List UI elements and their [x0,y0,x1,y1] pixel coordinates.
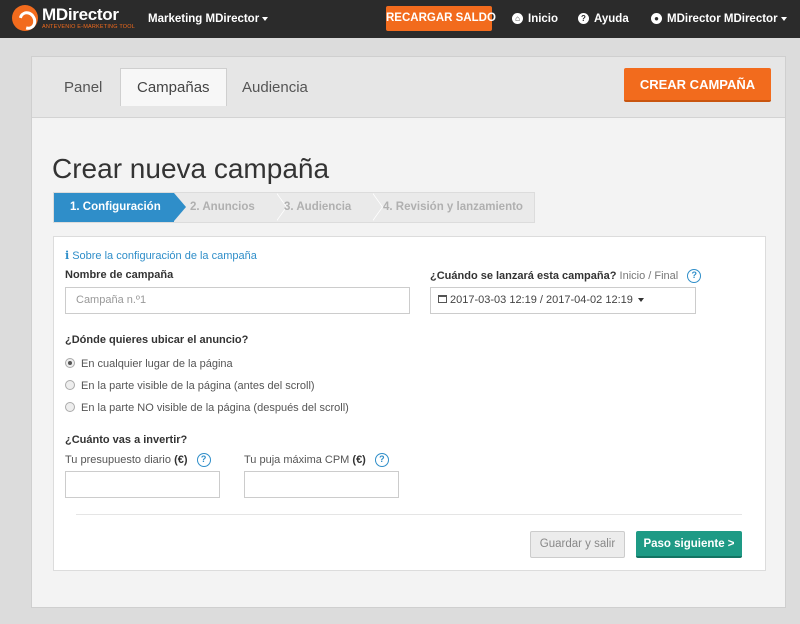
main-panel: Panel Campañas Audiencia CREAR CAMPAÑA C… [31,56,786,608]
help-icon[interactable]: ? [374,453,389,467]
placement-option-above-fold[interactable]: En la parte visible de la página (antes … [65,380,315,392]
tab-campaigns[interactable]: Campañas [120,68,227,106]
config-form: i Sobre la configuración de la campaña No… [53,236,766,571]
max-cpm-input[interactable] [244,471,399,498]
panel-header: Panel Campañas Audiencia CREAR CAMPAÑA [32,57,785,118]
home-icon: ⌂ [512,13,523,25]
product-menu-label: Marketing MDirector [148,13,260,25]
help-icon[interactable]: ? [687,269,702,283]
tab-panel[interactable]: Panel [48,69,118,106]
user-icon: ● [651,13,662,25]
date-range-value: 2017-03-03 12:19 / 2017-04-02 12:19 [450,294,633,306]
help-link[interactable]: ? Ayuda [578,0,629,38]
config-info-label: Sobre la configuración de la campaña [72,250,257,262]
next-step-button[interactable]: Paso siguiente > [636,531,742,558]
daily-budget-input[interactable] [65,471,220,498]
help-label: Ayuda [594,13,629,25]
radio-selected-icon[interactable] [65,358,75,369]
logo-mark-icon [12,5,38,31]
question-icon: ? [578,13,589,25]
step-separator [372,192,383,221]
info-icon: i [65,249,70,262]
wizard-steps: 1. Configuración 2. Anuncios 3. Audienci… [53,192,535,223]
step-configuration[interactable]: 1. Configuración [54,193,186,222]
launch-date-label: ¿Cuándo se lanzará esta campaña? Inicio … [430,269,702,283]
step-audience[interactable]: 3. Audiencia [284,193,351,222]
investment-label: ¿Cuánto vas a invertir? [65,434,188,446]
top-navbar: MDirector ANTEVENIO E-MARKETING TOOL Mar… [0,0,800,38]
placement-option-label: En la parte visible de la página (antes … [81,380,315,392]
launch-date-question: ¿Cuándo se lanzará esta campaña? [430,269,617,282]
home-label: Inicio [528,13,559,25]
currency-symbol: (€) [352,453,366,466]
config-info-link[interactable]: i Sobre la configuración de la campaña [65,249,257,262]
radio-icon[interactable] [65,380,75,391]
help-icon[interactable]: ? [196,453,211,467]
calendar-icon [438,295,447,304]
radio-icon[interactable] [65,402,75,413]
placement-option-label: En cualquier lugar de la página [81,358,233,370]
daily-budget-label: Tu presupuesto diario (€) ? [65,453,211,467]
campaign-name-input[interactable]: Campaña n.º1 [65,287,410,314]
form-divider [76,514,742,515]
chevron-down-icon [780,16,787,21]
max-cpm-label: Tu puja máxima CPM (€) ? [244,453,389,467]
placement-option-label: En la parte NO visible de la página (des… [81,402,349,414]
chevron-down-icon [637,298,644,303]
campaign-name-label: Nombre de campaña [65,269,174,281]
chevron-down-icon [262,16,269,21]
step-review[interactable]: 4. Revisión y lanzamiento [383,193,523,222]
tab-audience[interactable]: Audiencia [226,69,324,106]
placement-option-anywhere[interactable]: En cualquier lugar de la página [65,358,233,370]
logo-tagline: ANTEVENIO E-MARKETING TOOL [42,24,136,30]
page-title: Crear nueva campaña [52,153,330,184]
step-ads[interactable]: 2. Anuncios [190,193,255,222]
placement-option-below-fold[interactable]: En la parte NO visible de la página (des… [65,402,349,414]
launch-date-hint: Inicio / Final [619,269,679,282]
max-cpm-text: Tu puja máxima CPM [244,453,350,466]
save-and-exit-button[interactable]: Guardar y salir [530,531,625,558]
create-campaign-button[interactable]: CREAR CAMPAÑA [624,68,771,102]
currency-symbol: (€) [174,453,188,466]
user-name: MDirector MDirector [667,13,778,25]
recharge-balance-button[interactable]: RECARGAR SALDO [386,6,496,31]
daily-budget-text: Tu presupuesto diario [65,453,171,466]
logo-name: MDirector [42,5,119,24]
placement-label: ¿Dónde quieres ubicar el anuncio? [65,334,249,346]
home-link[interactable]: ⌂ Inicio [512,0,558,38]
user-menu[interactable]: ● MDirector MDirector [651,0,787,38]
date-range-picker[interactable]: 2017-03-03 12:19 / 2017-04-02 12:19 [430,287,696,314]
product-menu[interactable]: Marketing MDirector [148,0,269,38]
